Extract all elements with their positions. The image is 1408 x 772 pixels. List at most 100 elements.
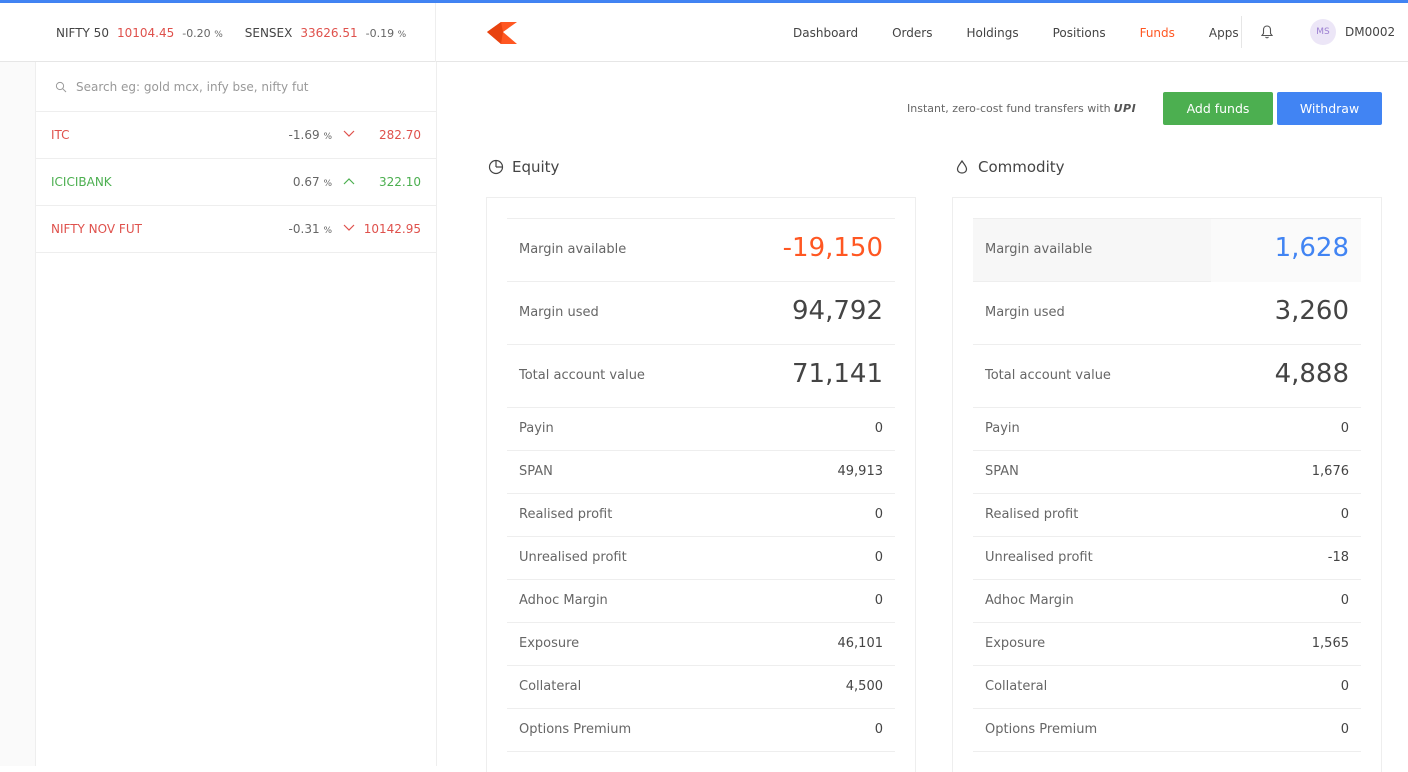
nav-divider <box>1241 16 1242 48</box>
detail-row: Options Premium 0 <box>973 709 1361 752</box>
nav-holdings[interactable]: Holdings <box>966 26 1018 40</box>
index-nifty[interactable]: NIFTY 50 10104.45 -0.20 % <box>56 26 223 40</box>
instrument-name: ICICIBANK <box>51 175 112 189</box>
row-value: 0 <box>1340 679 1349 694</box>
row-label: Payin <box>985 421 1020 436</box>
row-value: 3,260 <box>1274 296 1349 326</box>
pie-chart-icon <box>488 159 504 175</box>
row-label: Realised profit <box>519 507 613 522</box>
margin-available-row: Margin available 1,628 <box>973 219 1361 282</box>
instrument-name: NIFTY NOV FUT <box>51 222 142 236</box>
row-value: 0 <box>874 593 883 608</box>
kite-logo[interactable] <box>487 22 517 44</box>
row-label: Options Premium <box>985 722 1098 737</box>
row-value: 0 <box>874 507 883 522</box>
detail-row: Payin 0 <box>973 408 1361 451</box>
bell-icon[interactable] <box>1259 24 1275 40</box>
search-bar <box>36 62 436 112</box>
watchlist-item[interactable]: ITC -1.69 % 282.70 <box>36 112 436 159</box>
index-sensex[interactable]: SENSEX 33626.51 -0.19 % <box>245 26 406 40</box>
equity-title: Equity <box>488 158 559 176</box>
detail-row: Exposure 46,101 <box>507 623 895 666</box>
row-label: SPAN <box>519 464 553 479</box>
index-name: SENSEX <box>244 25 293 40</box>
nav-funds[interactable]: Funds <box>1140 26 1175 40</box>
nav-positions[interactable]: Positions <box>1053 26 1106 40</box>
instrument-price: 282.70 <box>379 128 421 142</box>
detail-row: SPAN 49,913 <box>507 451 895 494</box>
nav-orders[interactable]: Orders <box>892 26 932 40</box>
row-value: 94,792 <box>792 296 883 326</box>
left-gutter <box>0 62 35 766</box>
row-value: 1,676 <box>1311 464 1349 479</box>
row-label: Collateral <box>985 679 1048 694</box>
withdraw-button[interactable]: Withdraw <box>1277 92 1382 125</box>
instrument-name: ITC <box>51 128 70 142</box>
commodity-panel: Margin available 1,628 Margin used 3,260… <box>952 197 1382 772</box>
row-label: Margin used <box>519 305 599 320</box>
total-account-value-row: Total account value 4,888 <box>973 345 1361 408</box>
row-value: 4,888 <box>1274 359 1349 389</box>
detail-row: Payin 0 <box>507 408 895 451</box>
detail-row: SPAN 1,676 <box>973 451 1361 494</box>
detail-row: Unrealised profit 0 <box>507 537 895 580</box>
avatar[interactable]: MS <box>1310 19 1336 45</box>
row-label: Collateral <box>519 679 582 694</box>
row-value: 0 <box>1340 722 1349 737</box>
instrument-change: 0.67 % <box>292 175 332 189</box>
row-value: 0 <box>1340 421 1349 436</box>
row-label: Margin used <box>985 305 1065 320</box>
nav-apps[interactable]: Apps <box>1209 26 1239 40</box>
detail-row: Adhoc Margin 0 <box>973 580 1361 623</box>
chevron-up-icon <box>343 178 355 185</box>
drop-icon <box>956 159 968 174</box>
instrument-change: -1.69 % <box>288 128 332 142</box>
row-label: Unrealised profit <box>519 550 627 565</box>
row-value: 1,628 <box>1274 233 1349 263</box>
row-label: Adhoc Margin <box>519 593 608 608</box>
watchlist-item[interactable]: NIFTY NOV FUT -0.31 % 10142.95 <box>36 206 436 253</box>
search-icon <box>55 81 67 92</box>
row-value: 1,565 <box>1311 636 1349 651</box>
row-label: Total account value <box>519 368 645 383</box>
main-nav: Dashboard Orders Holdings Positions Fund… <box>776 3 1256 62</box>
detail-row: Options Premium 0 <box>507 709 895 752</box>
search-input[interactable] <box>76 79 406 94</box>
detail-row: Realised profit 0 <box>507 494 895 537</box>
row-value: 49,913 <box>837 464 884 479</box>
row-label: Options Premium <box>519 722 632 737</box>
detail-row: Collateral 4,500 <box>507 666 895 709</box>
index-change: -0.20 % <box>182 26 223 40</box>
instrument-change: -0.31 % <box>288 222 332 236</box>
add-funds-button[interactable]: Add funds <box>1163 92 1273 125</box>
row-label: Margin available <box>985 242 1093 257</box>
upi-promo: Instant, zero-cost fund transfers with UP… <box>907 102 1136 115</box>
watchlist-sidebar: ITC -1.69 % 282.70 ICICIBANK 0.67 % 322.… <box>35 62 437 766</box>
header: NIFTY 50 10104.45 -0.20 % SENSEX 33626.5… <box>0 3 1408 62</box>
instrument-price: 10142.95 <box>363 222 421 236</box>
nav-dashboard[interactable]: Dashboard <box>793 26 858 40</box>
index-value: 33626.51 <box>300 25 358 40</box>
watchlist-item[interactable]: ICICIBANK 0.67 % 322.10 <box>36 159 436 206</box>
commodity-title-text: Commodity <box>978 158 1065 176</box>
row-label: Margin available <box>519 242 627 257</box>
equity-title-text: Equity <box>512 158 560 176</box>
row-label: Unrealised profit <box>985 550 1093 565</box>
row-label: Realised profit <box>985 507 1079 522</box>
margin-available-row: Margin available -19,150 <box>507 219 895 282</box>
row-value: 71,141 <box>792 359 883 389</box>
upi-promo-text: Instant, zero-cost fund transfers with <box>907 102 1111 115</box>
row-label: Total account value <box>985 368 1111 383</box>
detail-row: Exposure 1,565 <box>973 623 1361 666</box>
margin-used-row: Margin used 3,260 <box>973 282 1361 345</box>
row-label: Payin <box>519 421 554 436</box>
index-value: 10104.45 <box>116 25 175 40</box>
instrument-price: 322.10 <box>379 175 421 189</box>
market-indices: NIFTY 50 10104.45 -0.20 % SENSEX 33626.5… <box>0 3 436 62</box>
row-value: 0 <box>874 550 883 565</box>
row-value: 0 <box>1340 593 1349 608</box>
user-id[interactable]: DM0002 <box>1345 25 1395 39</box>
row-label: Exposure <box>985 636 1046 651</box>
row-value: -19,150 <box>782 233 883 263</box>
row-value: 46,101 <box>837 636 884 651</box>
